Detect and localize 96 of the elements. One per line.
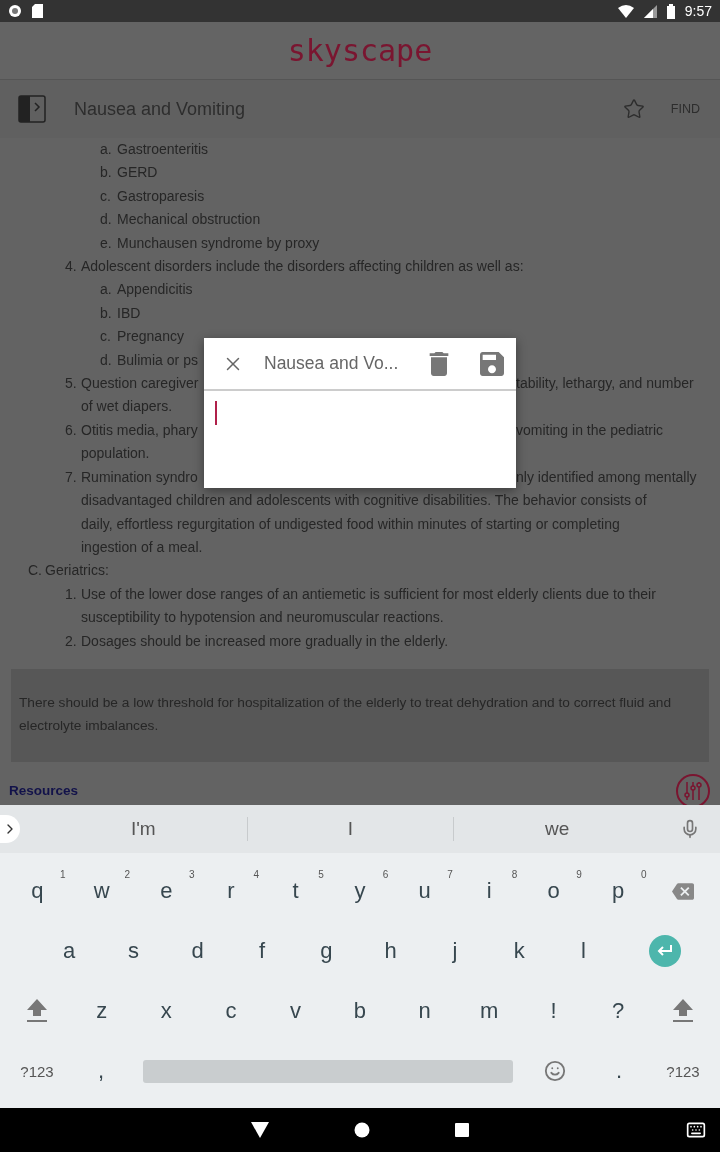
signal-icon xyxy=(643,4,657,18)
keyboard-key[interactable]: o 9 xyxy=(521,861,586,921)
microphone-button[interactable] xyxy=(680,819,700,839)
list-item: b. GERD xyxy=(100,163,158,183)
section-heading: C. Geriatrics: xyxy=(28,561,109,581)
list-text-fragment: Rumination syndro xyxy=(81,467,199,487)
keyboard-key[interactable]: u 7 xyxy=(392,861,457,921)
key-hint: 9 xyxy=(576,869,582,880)
list-text-line: disadvantaged children and adolescents with cognitive disabilities. The behavior consists of xyxy=(81,492,647,509)
list-item: e. Munchausen syndrome by proxy xyxy=(100,233,320,253)
keyboard-key[interactable]: . xyxy=(587,1041,651,1101)
home-icon[interactable] xyxy=(354,1122,370,1138)
keyboard-key[interactable]: t 5 xyxy=(263,861,328,921)
keyboard-key[interactable]: v xyxy=(263,981,328,1041)
keyboard-key[interactable]: a xyxy=(37,921,102,981)
list-item: c. Pregnancy xyxy=(100,327,184,347)
shift-icon xyxy=(26,998,49,1024)
keyboard-key[interactable]: c xyxy=(198,981,264,1041)
list-item: 4. Adolescent disorders include the disorders affecting children as well as: xyxy=(64,257,525,277)
sidebar-toggle-icon[interactable] xyxy=(18,95,46,123)
sliders-icon xyxy=(684,780,702,801)
list-text-line: daily, effortless regurgitation of undigested food within minutes of starting or completing xyxy=(81,515,620,532)
key-hint: 2 xyxy=(124,869,131,880)
keyboard-key[interactable]: k xyxy=(487,921,552,981)
word-suggestion[interactable]: I'm xyxy=(40,817,247,841)
list-item: a. Gastroenteritis xyxy=(100,140,209,159)
keyboard-key[interactable]: n xyxy=(392,981,457,1041)
list-text-line: population. xyxy=(81,445,150,462)
keyboard-key[interactable]: b xyxy=(327,981,393,1041)
smiley-icon xyxy=(544,1060,566,1082)
expand-button[interactable] xyxy=(0,815,20,843)
key-hint: 6 xyxy=(382,869,389,880)
list-item: 1. Use of the lower dose ranges of an antiemetic is sufficient for most elderly clients due to their susceptibility to hypotension and neuromuscular reactions. xyxy=(64,584,657,628)
keyboard-key[interactable]: f xyxy=(229,921,295,981)
clock-time: 9:57 xyxy=(684,3,712,19)
keyboard-key[interactable]: ! xyxy=(521,981,586,1041)
list-text-line: ingestion of a meal. xyxy=(81,538,203,555)
keyboard-key[interactable]: q 1 xyxy=(5,861,70,921)
keyboard-key[interactable]: r 4 xyxy=(198,861,264,921)
keyboard-key[interactable]: x xyxy=(134,981,199,1041)
list-item: d. Mechanical obstruction xyxy=(100,210,261,230)
dialog-title: Nausea and Vo... xyxy=(264,353,400,374)
wifi-icon xyxy=(617,4,634,18)
keyboard-key[interactable]: l xyxy=(551,921,616,981)
record-icon xyxy=(8,4,22,18)
shift-icon xyxy=(671,998,694,1024)
app-logo: skyscape xyxy=(287,33,433,68)
list-number: 6. xyxy=(65,420,77,440)
word-suggestion[interactable]: we xyxy=(453,817,660,841)
keyboard-key[interactable]: y 6 xyxy=(327,861,393,921)
list-text-fragment: Question caregiver xyxy=(81,374,200,394)
keyboard-key[interactable]: i 8 xyxy=(456,861,522,921)
keyboard-key[interactable]: h xyxy=(358,921,423,981)
list-text-fragment: Otitis media, phary xyxy=(81,420,199,440)
enter-icon xyxy=(649,935,682,967)
back-icon[interactable] xyxy=(251,1122,269,1138)
list-text-fragment: tability, lethargy, and number xyxy=(516,374,695,394)
backspace-icon xyxy=(671,882,694,900)
list-item: c. Gastroparesis xyxy=(100,186,205,206)
list-text-line: of wet diapers. xyxy=(81,398,173,415)
symbols-key[interactable]: ?123 xyxy=(651,1041,715,1101)
keyboard-key[interactable]: j xyxy=(422,921,488,981)
keyboard-icon[interactable] xyxy=(686,1120,706,1140)
key-hint: 3 xyxy=(189,869,195,880)
keyboard-key[interactable]: g xyxy=(294,921,359,981)
key-hint: 8 xyxy=(511,869,518,880)
sd-card-icon xyxy=(32,4,43,18)
list-text-fragment: vomiting in the pediatric xyxy=(516,420,665,440)
word-suggestion[interactable]: I xyxy=(246,817,454,841)
delete-button[interactable] xyxy=(428,351,450,376)
keyboard-key[interactable]: w 2 xyxy=(69,861,135,921)
symbols-key[interactable]: ?123 xyxy=(5,1041,69,1101)
list-number: 5. xyxy=(65,374,77,394)
list-text-fragment: nly identified among mentally xyxy=(516,467,698,487)
keyboard-key[interactable]: d xyxy=(165,921,230,981)
keyboard-key[interactable]: p 0 xyxy=(585,861,651,921)
list-item: 2. Dosages should be increased more gradually in the elderly. xyxy=(64,631,450,651)
list-item: a. Appendicitis xyxy=(100,280,193,300)
list-item: d. Bulimia or ps xyxy=(100,350,198,370)
keyboard-key[interactable]: m xyxy=(456,981,522,1041)
key-hint: 1 xyxy=(59,869,66,880)
keyboard-key[interactable]: z xyxy=(69,981,135,1041)
text-cursor xyxy=(215,401,217,425)
keyboard-key[interactable]: e 3 xyxy=(134,861,199,921)
key-hint: 7 xyxy=(447,869,453,880)
star-icon[interactable] xyxy=(622,98,645,120)
keyboard-key[interactable]: s xyxy=(101,921,166,981)
save-button[interactable] xyxy=(480,351,504,376)
list-item: b. IBD xyxy=(100,303,141,323)
key-hint: 0 xyxy=(640,869,647,880)
keyboard-key[interactable]: ? xyxy=(585,981,651,1041)
key-hint: 5 xyxy=(318,869,324,880)
key-hint: 4 xyxy=(253,869,260,880)
battery-icon xyxy=(666,3,675,19)
keyboard-key[interactable]: , xyxy=(69,1041,133,1101)
list-number: 7. xyxy=(65,467,77,487)
